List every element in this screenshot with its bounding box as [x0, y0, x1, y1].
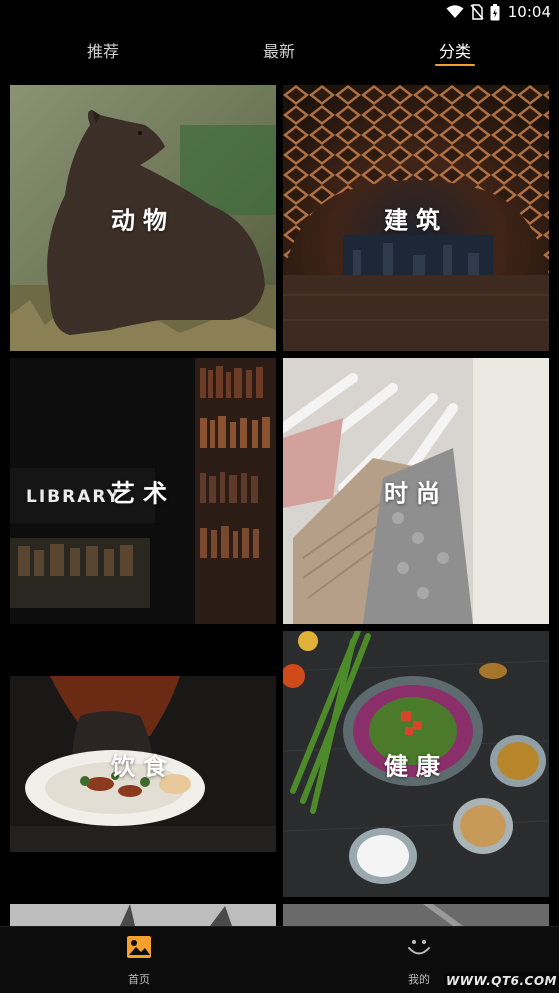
partial-left-photo — [10, 904, 276, 926]
status-icons: 10:04 — [446, 3, 551, 21]
tab-categories-label: 分类 — [438, 42, 471, 61]
category-tab-bar: 推荐 最新 分类 — [0, 24, 559, 76]
no-sim-icon — [470, 4, 484, 20]
category-tile-fashion[interactable]: 时尚 — [283, 358, 549, 624]
category-label-food: 饮食 — [111, 752, 175, 781]
image-icon — [127, 936, 151, 958]
nav-home-label: 首页 — [128, 973, 150, 986]
status-bar: 10:04 — [0, 0, 559, 24]
bottom-navigation: 首页 我的 WWW.QT6.COM — [0, 926, 559, 993]
nav-home[interactable]: 首页 — [94, 933, 184, 989]
status-time: 10:04 — [507, 3, 551, 21]
category-label-architecture: 建筑 — [384, 206, 448, 235]
active-tab-indicator — [435, 64, 475, 66]
watermark-text: WWW.QT6.COM — [444, 973, 559, 989]
smiley-icon — [408, 940, 430, 955]
category-label-health: 健康 — [384, 752, 448, 781]
partial-right-photo — [283, 904, 549, 926]
category-label-fashion: 时尚 — [384, 479, 448, 508]
category-tile-art[interactable]: LIBRARY 艺术 — [10, 358, 276, 624]
tab-recommended[interactable]: 推荐 — [63, 38, 143, 68]
category-tile-partial-left[interactable] — [10, 904, 276, 926]
battery-icon — [490, 3, 500, 20]
category-label-art: 艺术 — [111, 479, 175, 508]
category-tile-food[interactable]: 饮食 — [10, 676, 276, 852]
category-grid: 动物 建筑 LIBRARY 艺术 时尚 饮食 健康 — [0, 76, 559, 926]
category-tile-partial-right[interactable] — [283, 904, 549, 926]
category-label-animals: 动物 — [111, 206, 175, 235]
tab-categories[interactable]: 分类 — [415, 38, 495, 68]
category-tile-health[interactable]: 健康 — [283, 631, 549, 897]
wifi-icon — [446, 5, 464, 18]
tab-latest-label: 最新 — [262, 42, 295, 61]
tab-recommended-label: 推荐 — [86, 42, 119, 61]
tab-latest[interactable]: 最新 — [239, 38, 319, 68]
category-tile-animals[interactable]: 动物 — [10, 85, 276, 351]
category-tile-architecture[interactable]: 建筑 — [283, 85, 549, 351]
